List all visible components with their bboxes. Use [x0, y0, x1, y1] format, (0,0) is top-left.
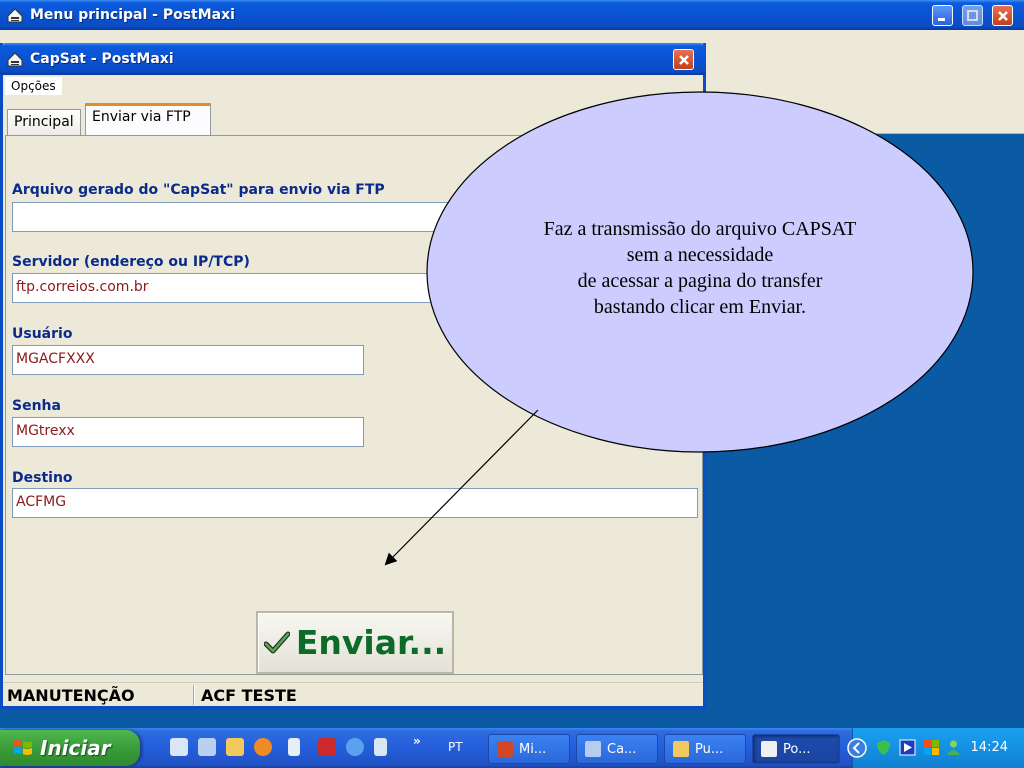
user-field-input[interactable]: MGACFXXX — [12, 345, 364, 375]
destination-field-input[interactable]: ACFMG — [12, 488, 698, 518]
windows-flag-icon[interactable] — [923, 739, 940, 756]
minimize-icon — [938, 18, 945, 21]
capsat-dialog: CapSat - PostMaxi Opções Principal Envia… — [0, 43, 706, 709]
user-field-label: Usuário — [12, 326, 73, 342]
postmaxi-icon — [6, 51, 24, 67]
quicklaunch-icon-2[interactable] — [198, 738, 216, 756]
task-label: Pu... — [695, 741, 724, 757]
browser-icon[interactable] — [346, 738, 364, 756]
task-button-2[interactable]: Ca... — [576, 734, 658, 764]
taskbar: Iniciar » PT Mi... Ca... Pu... Po... 14:… — [0, 728, 1024, 768]
user-icon[interactable] — [945, 739, 962, 756]
checkmark-icon — [263, 631, 290, 653]
dialog-title: CapSat - PostMaxi — [30, 51, 174, 67]
system-tray: 14:24 — [847, 728, 1024, 768]
send-button[interactable]: Enviar... — [256, 611, 454, 674]
task-label: Po... — [783, 741, 811, 757]
task-button-1[interactable]: Mi... — [488, 734, 570, 764]
main-close-button[interactable] — [992, 5, 1013, 26]
tab-enviar-via-ftp[interactable]: Enviar via FTP — [85, 103, 211, 136]
close-icon — [997, 10, 1008, 21]
app-red-icon[interactable] — [318, 738, 336, 756]
close-icon — [678, 54, 689, 65]
play-icon[interactable] — [899, 739, 916, 756]
task-label: Mi... — [519, 741, 547, 757]
status-divider — [193, 685, 195, 705]
maximize-button[interactable] — [962, 5, 983, 26]
password-field-input[interactable]: MGtrexx — [12, 417, 364, 447]
callout-line: de acessar a pagina do transfer — [577, 270, 823, 292]
main-window-titlebar[interactable]: Menu principal - PostMaxi — [0, 0, 1024, 30]
dialog-titlebar[interactable]: CapSat - PostMaxi — [0, 43, 706, 75]
windows-logo-icon — [14, 740, 32, 755]
menu-bar: Opções — [3, 75, 703, 97]
file-field-label: Arquivo gerado do "CapSat" para envio vi… — [12, 182, 385, 198]
start-label: Iniciar — [40, 736, 111, 760]
callout-text: Faz a transmissão do arquivo CAPSAT sem … — [470, 216, 930, 320]
media-player-icon[interactable] — [254, 738, 272, 756]
callout-line: sem a necessidade — [626, 244, 774, 266]
password-field-label: Senha — [12, 398, 61, 414]
postmaxi-icon — [6, 7, 24, 23]
task-button-3[interactable]: Pu... — [664, 734, 746, 764]
notepad-icon[interactable] — [374, 738, 387, 756]
dialog-close-button[interactable] — [673, 49, 694, 70]
callout-line: Faz a transmissão do arquivo CAPSAT — [543, 218, 857, 240]
shield-icon[interactable] — [875, 739, 892, 756]
folder-icon[interactable] — [226, 738, 244, 756]
document-icon[interactable] — [288, 738, 300, 756]
task-button-4[interactable]: Po... — [752, 734, 840, 764]
app-icon — [585, 741, 601, 757]
quicklaunch-icon-1[interactable] — [170, 738, 188, 756]
status-mode: MANUTENÇÃO — [7, 686, 135, 705]
chevron-right-icon[interactable]: » — [413, 734, 421, 748]
destination-field-label: Destino — [12, 470, 73, 486]
send-button-label: Enviar... — [295, 623, 447, 662]
clock: 14:24 — [970, 740, 1008, 755]
tray-expand-icon[interactable] — [847, 738, 867, 758]
server-field-label: Servidor (endereço ou IP/TCP) — [12, 254, 250, 270]
menu-opcoes[interactable]: Opções — [5, 77, 62, 95]
folder-icon — [673, 741, 689, 757]
task-label: Ca... — [607, 741, 637, 757]
minimize-button[interactable] — [932, 5, 953, 26]
callout-line: bastando clicar em Enviar. — [593, 296, 807, 318]
powerpoint-icon — [497, 741, 513, 757]
maximize-icon — [967, 10, 978, 21]
tab-principal[interactable]: Principal — [7, 109, 81, 135]
postmaxi-icon — [761, 741, 777, 757]
status-bar: MANUTENÇÃO ACF TESTE — [3, 682, 703, 706]
start-button[interactable]: Iniciar — [0, 730, 140, 766]
status-environment: ACF TESTE — [201, 686, 297, 705]
language-indicator[interactable]: PT — [448, 740, 463, 754]
main-window-title: Menu principal - PostMaxi — [30, 7, 235, 23]
